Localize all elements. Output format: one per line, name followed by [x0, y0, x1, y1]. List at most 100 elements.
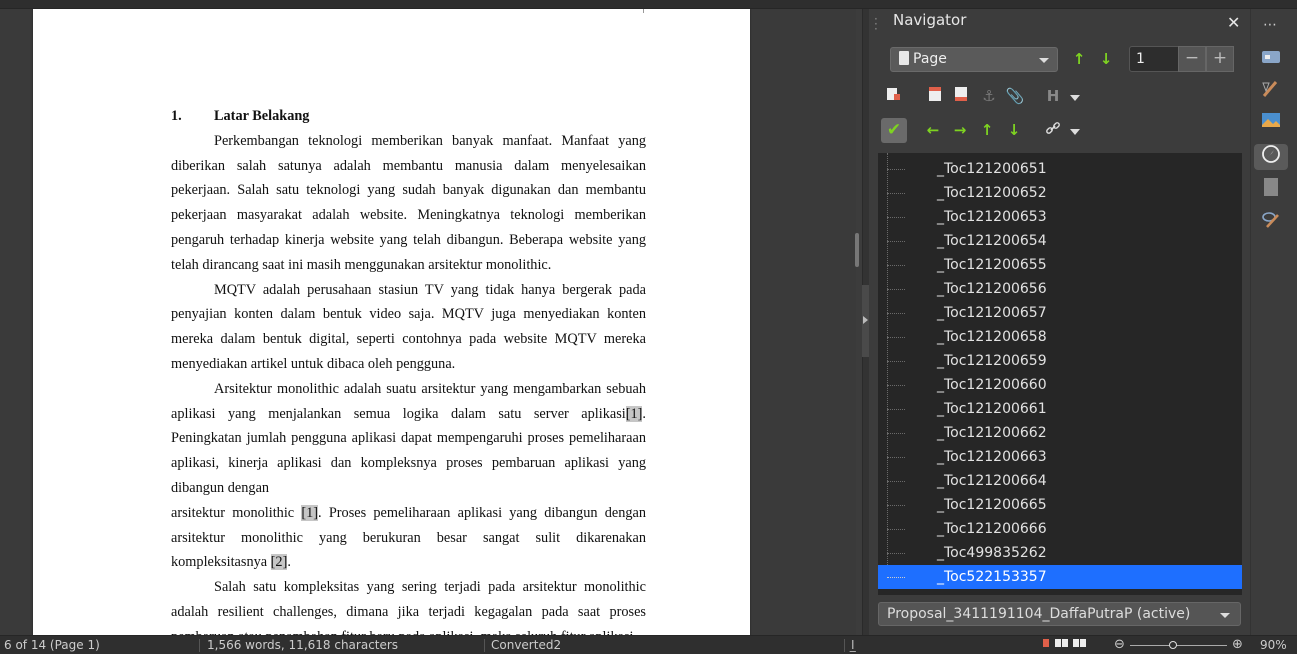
document-scrollbar[interactable] [855, 233, 859, 267]
tree-item[interactable]: _Toc121200660 [878, 373, 1242, 397]
tree-item-label: _Toc121200664 [937, 473, 1047, 489]
tree-item-label: _Toc121200663 [937, 449, 1047, 465]
paragraph-5[interactable]: Salah satu kompleksitas yang sering terj… [171, 575, 646, 635]
tree-item[interactable]: _Toc121200653 [878, 205, 1242, 229]
previous-arrow-icon[interactable]: ↑ [1070, 50, 1088, 68]
page-icon [899, 51, 909, 65]
tree-connector [887, 361, 905, 362]
chevron-down-icon[interactable] [1065, 120, 1085, 140]
next-arrow-icon[interactable]: ↓ [1097, 50, 1115, 68]
page-count[interactable]: 6 of 14 (Page 1) [4, 636, 100, 654]
page-style[interactable]: Converted2 [491, 636, 561, 654]
tree-item-label: _Toc121200654 [937, 233, 1047, 249]
paragraph-3[interactable]: Arsitektur monolithic adalah suatu arsit… [171, 377, 646, 501]
tree-item[interactable]: _Toc121200656 [878, 277, 1242, 301]
tree-item[interactable]: _Toc121200655 [878, 253, 1242, 277]
tree-item-label: _Toc121200655 [937, 257, 1047, 273]
tree-item[interactable]: _Toc121200661 [878, 397, 1242, 421]
tree-item-label: _Toc121200653 [937, 209, 1047, 225]
tree-item-label: _Toc121200666 [937, 521, 1047, 537]
citation-field[interactable]: [1] [625, 405, 643, 422]
more-options-icon[interactable]: ⋯ [1263, 17, 1278, 33]
heading-number: 1. [171, 108, 182, 124]
tree-connector [887, 409, 905, 410]
zoom-level[interactable]: 90% [1260, 636, 1287, 654]
insert-mode-icon[interactable]: I̲ [851, 636, 855, 654]
divider [484, 639, 485, 652]
tree-item[interactable]: _Toc121200658 [878, 325, 1242, 349]
tree-item[interactable]: _Toc121200664 [878, 469, 1242, 493]
tree-item[interactable]: _Toc522153357 [878, 565, 1242, 589]
demote-chapter-icon[interactable]: → [950, 120, 970, 140]
chevron-down-icon[interactable] [1065, 86, 1085, 106]
increment-button[interactable]: + [1206, 46, 1234, 72]
document-area[interactable]: 1. Latar Belakang Perkembangan teknologi… [0, 9, 856, 635]
heading-title: Latar Belakang [214, 108, 310, 124]
tree-connector [887, 505, 905, 506]
footer-icon[interactable] [951, 86, 971, 106]
category-select[interactable]: Page [890, 47, 1058, 72]
styles-icon[interactable] [1254, 79, 1288, 105]
navigator-toolbar-1: ⚓ 📎 H [879, 84, 1239, 110]
move-up-icon[interactable]: ↑ [977, 120, 997, 140]
properties-icon[interactable] [1254, 47, 1288, 73]
paragraph-4-text-c: . [287, 554, 291, 571]
tree-item-label: _Toc522153357 [937, 569, 1047, 585]
tree-item[interactable]: _Toc499835262 [878, 541, 1242, 565]
tree-item[interactable]: _Toc121200657 [878, 301, 1242, 325]
link-icon[interactable] [1043, 120, 1063, 140]
view-layout-icons[interactable] [1041, 636, 1111, 654]
zoom-slider[interactable] [1130, 645, 1227, 646]
collapse-arrow-icon[interactable] [863, 316, 868, 324]
header-icon[interactable] [925, 86, 945, 106]
decrement-button[interactable]: − [1178, 46, 1206, 72]
tree-item[interactable]: _Toc121200651 [878, 157, 1242, 181]
tree-item-label: _Toc121200658 [937, 329, 1047, 345]
tree-connector [887, 529, 905, 530]
navigator-icon[interactable] [1254, 144, 1288, 170]
tree-item[interactable]: _Toc121200654 [878, 229, 1242, 253]
tree-item[interactable]: _Toc121200663 [878, 445, 1242, 469]
manage-changes-icon[interactable] [1254, 209, 1288, 235]
drag-grip-icon[interactable]: · · · [874, 13, 878, 35]
tree-item-label: _Toc121200661 [937, 401, 1047, 417]
tree-item[interactable]: _Toc121200652 [878, 181, 1242, 205]
tree-item-label: _Toc121200659 [937, 353, 1047, 369]
zoom-out-icon[interactable]: ⊖ [1114, 636, 1125, 654]
tree-item[interactable]: _Toc121200662 [878, 421, 1242, 445]
page-content[interactable]: 1. Latar Belakang Perkembangan teknologi… [171, 104, 646, 635]
citation-field[interactable]: [1] [301, 504, 319, 521]
paragraph-4[interactable]: arsitektur monolithic [1]. Proses pemeli… [171, 501, 646, 575]
anchor-icon[interactable]: ⚓ [979, 86, 999, 106]
close-icon[interactable]: ✕ [1227, 13, 1240, 32]
tree-item[interactable]: _Toc121200666 [878, 517, 1242, 541]
chevron-down-icon [1220, 613, 1230, 618]
gallery-icon[interactable] [1254, 111, 1288, 137]
word-count[interactable]: 1,566 words, 11,618 characters [207, 636, 398, 654]
tree-item-label: _Toc121200657 [937, 305, 1047, 321]
paragraph-2[interactable]: MQTV adalah perusahaan stasiun TV yang t… [171, 278, 646, 377]
document-page[interactable]: 1. Latar Belakang Perkembangan teknologi… [33, 9, 750, 635]
paragraph-1[interactable]: Perkembangan teknologi memberikan banyak… [171, 129, 646, 278]
promote-chapter-icon[interactable]: ← [923, 120, 943, 140]
tree-connector [887, 193, 905, 194]
citation-field[interactable]: [2] [270, 554, 288, 571]
text-boundary-mark [643, 9, 646, 13]
zoom-in-icon[interactable]: ⊕ [1232, 636, 1243, 654]
page-number-field[interactable]: 1 [1129, 46, 1179, 72]
zoom-slider-thumb[interactable] [1169, 641, 1177, 649]
paragraph-4-text-a: arsitektur monolithic [171, 504, 302, 521]
tree-item[interactable]: _Toc121200665 [878, 493, 1242, 517]
navigator-title: Navigator [893, 11, 967, 29]
move-down-icon[interactable]: ↓ [1004, 120, 1024, 140]
content-navigation-view-icon[interactable] [883, 86, 903, 106]
document-select[interactable]: Proposal_3411191104_DaffaPutraP (active) [878, 602, 1241, 626]
heading-levels-icon[interactable]: H [1043, 86, 1063, 106]
tree-item-label: _Toc121200665 [937, 497, 1047, 513]
content-tree[interactable]: _Toc121200651 _Toc121200652 _Toc121200653 _… [878, 153, 1242, 595]
tree-item[interactable]: _Toc121200659 [878, 349, 1242, 373]
tree-connector [887, 385, 905, 386]
attachment-icon[interactable]: 📎 [1005, 86, 1025, 106]
page-icon[interactable] [1254, 177, 1288, 203]
checkmark-icon[interactable]: ✔ [881, 118, 907, 143]
